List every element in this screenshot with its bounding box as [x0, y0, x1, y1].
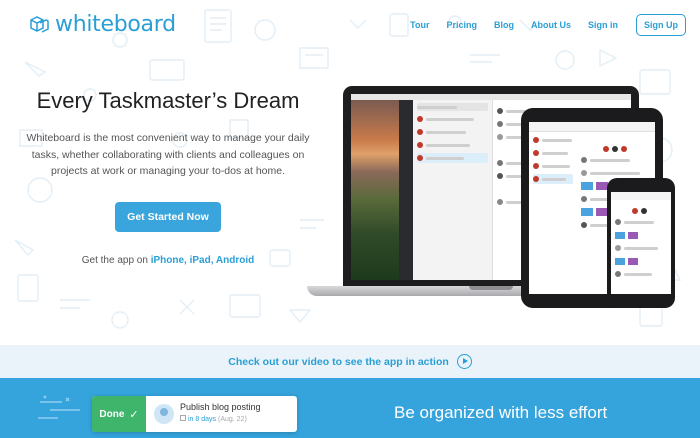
android-link[interactable]: Android: [216, 255, 254, 266]
sign-up-button[interactable]: Sign Up: [636, 14, 686, 36]
device-mockups-image: [305, 86, 700, 318]
done-label: Done: [99, 408, 125, 420]
phone-mockup: [607, 178, 675, 308]
nav-pricing[interactable]: Pricing: [446, 20, 477, 30]
get-started-button[interactable]: Get Started Now: [115, 201, 221, 232]
play-circle-icon: [456, 354, 472, 369]
main-nav: Tour Pricing Blog About Us Sign in Sign …: [393, 14, 686, 36]
task-title: Publish blog posting: [180, 402, 261, 412]
nav-blog[interactable]: Blog: [494, 20, 514, 30]
watch-video-link[interactable]: Check out our video to see the app in ac…: [228, 354, 472, 369]
nav-about-us[interactable]: About Us: [531, 20, 571, 30]
watch-video-label: Check out our video to see the app in ac…: [228, 355, 449, 368]
avatar: [154, 404, 174, 424]
task-due: in 8 days (Aug. 22): [180, 415, 261, 423]
nav-tour[interactable]: Tour: [410, 20, 429, 30]
checkmark-icon: ✓: [129, 408, 139, 421]
feature-band: Done ✓ Publish blog posting in 8 days (A…: [0, 378, 700, 438]
hero-description: Whiteboard is the most convenient way to…: [26, 132, 310, 177]
hero-section: Every Taskmaster’s Dream Whiteboard is t…: [18, 88, 318, 266]
hero-title: Every Taskmaster’s Dream: [36, 88, 300, 113]
phone-screen: [611, 192, 671, 294]
ipad-link[interactable]: iPad: [190, 255, 211, 266]
calendar-icon: [180, 415, 186, 421]
task-due-date: (Aug. 22): [217, 416, 247, 423]
get-app-line: Get the app on iPhone, iPad, Android: [18, 255, 318, 266]
logo[interactable]: whiteboard: [28, 12, 176, 37]
band-headline: Be organized with less effort: [394, 403, 608, 422]
get-app-prefix: Get the app on: [81, 254, 151, 266]
task-card: Done ✓ Publish blog posting in 8 days (A…: [92, 396, 297, 432]
done-badge[interactable]: Done ✓: [92, 396, 146, 432]
sparkle-lines-icon: [38, 395, 80, 419]
logo-text: whiteboard: [55, 12, 176, 37]
site-header: whiteboard Tour Pricing Blog About Us Si…: [0, 0, 700, 52]
nav-sign-in[interactable]: Sign in: [588, 20, 618, 30]
task-due-text: in 8 days: [188, 416, 217, 423]
whiteboard-cubes-icon: [30, 15, 49, 33]
video-strip: Check out our video to see the app in ac…: [0, 345, 700, 378]
iphone-link[interactable]: iPhone: [151, 255, 184, 266]
